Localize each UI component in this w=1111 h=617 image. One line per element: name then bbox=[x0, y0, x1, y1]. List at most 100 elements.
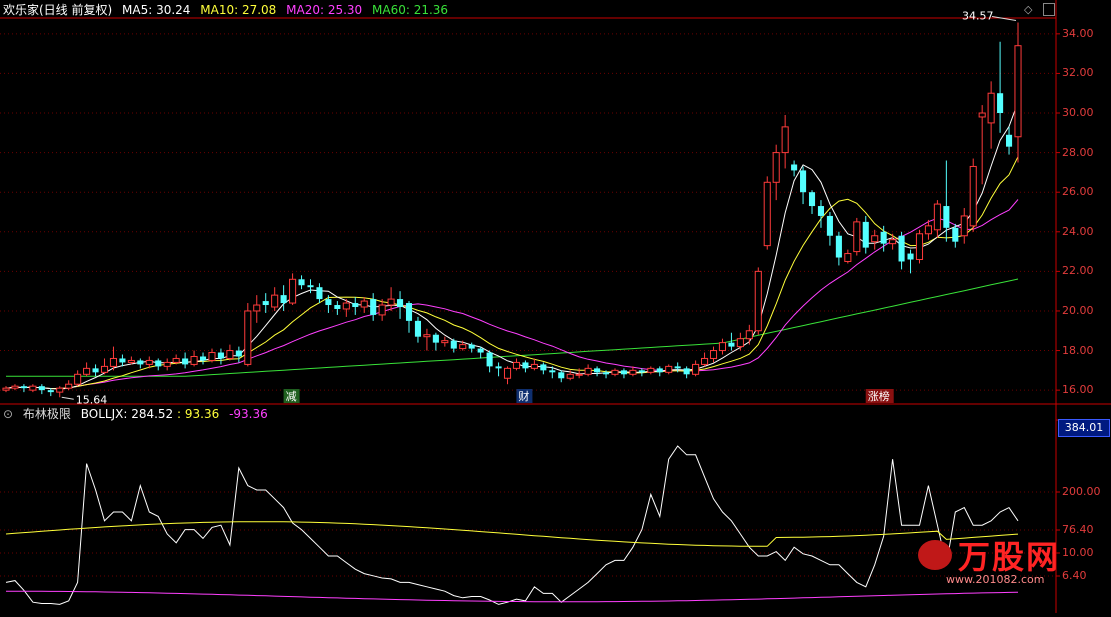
candle-body bbox=[656, 368, 663, 373]
candle-body bbox=[65, 383, 73, 389]
candle-body bbox=[924, 225, 932, 235]
candle-body bbox=[38, 386, 45, 391]
candle-body bbox=[334, 305, 341, 309]
candle-body bbox=[378, 304, 386, 316]
candle-body bbox=[109, 357, 118, 367]
candle-body bbox=[127, 359, 135, 363]
candle-body bbox=[808, 192, 816, 207]
candle-body bbox=[244, 310, 252, 365]
ma60-label: MA60: 21.36 bbox=[372, 3, 449, 17]
candle-body bbox=[423, 334, 431, 338]
candle-body bbox=[155, 360, 162, 367]
candle-body bbox=[199, 356, 207, 361]
candle-body bbox=[208, 352, 216, 361]
indicator-current-badge: 384.01 bbox=[1058, 419, 1110, 437]
logo-brand: 万股网 bbox=[958, 538, 1061, 576]
candle-body bbox=[540, 364, 547, 371]
candle-body bbox=[800, 170, 807, 193]
candle-body bbox=[342, 302, 350, 310]
candle-body bbox=[898, 235, 905, 262]
stock-chart-window[interactable]: 34.57 15.64 减财涨榜 欢乐家(日线 前复权) MA5: 30.24 MA… bbox=[0, 0, 1111, 613]
candle-body bbox=[549, 370, 556, 373]
candle-body bbox=[602, 372, 610, 375]
candle-body bbox=[182, 358, 189, 365]
indicator-tick-label: 6.40 bbox=[1062, 569, 1087, 582]
candle-body bbox=[620, 370, 627, 375]
candle-body bbox=[647, 367, 655, 373]
candle-body bbox=[56, 387, 64, 393]
candle-body bbox=[594, 368, 601, 373]
candle-body bbox=[512, 361, 521, 369]
candle-body bbox=[307, 285, 314, 288]
candle-body bbox=[817, 206, 825, 216]
candle-body bbox=[271, 294, 279, 308]
candle-body bbox=[468, 344, 475, 349]
indicator-name: 布林极限 bbox=[22, 407, 71, 421]
price-header: 欢乐家(日线 前复权) MA5: 30.24 MA10: 27.08 MA20:… bbox=[3, 1, 454, 19]
candle-body bbox=[952, 227, 959, 242]
candle-body bbox=[960, 215, 968, 237]
price-tick-label: 24.00 bbox=[1062, 224, 1094, 238]
candle-body bbox=[432, 334, 439, 343]
candle-body bbox=[584, 367, 592, 375]
candle-body bbox=[11, 385, 19, 389]
candle-body bbox=[414, 320, 422, 337]
indicator-header: ⊙ 布林极限 BOLLJX: 284.52 : 93.36 -93.36 bbox=[3, 405, 274, 423]
candle-body bbox=[638, 370, 645, 373]
candle-body bbox=[450, 340, 457, 349]
candle-body bbox=[530, 363, 538, 369]
candle-body bbox=[987, 92, 995, 124]
candle-body bbox=[163, 361, 171, 367]
price-tick-label: 18.00 bbox=[1062, 343, 1094, 357]
candle-body bbox=[889, 239, 897, 245]
candle-body bbox=[791, 164, 798, 171]
candle-body bbox=[298, 279, 305, 286]
candle-body bbox=[280, 295, 287, 304]
candle-body bbox=[360, 300, 368, 308]
candle-body bbox=[862, 221, 869, 248]
window-toggle-button[interactable] bbox=[1043, 3, 1055, 16]
price-tick-label: 34.00 bbox=[1062, 26, 1094, 40]
candle-body bbox=[503, 367, 512, 379]
chart-canvas[interactable]: 34.5715.64 减财涨榜 bbox=[0, 0, 1111, 613]
candle-body bbox=[969, 165, 977, 227]
candle-body bbox=[29, 385, 37, 391]
candle-body bbox=[728, 342, 735, 347]
price-tick-label: 28.00 bbox=[1062, 145, 1094, 159]
candle-body bbox=[907, 253, 914, 260]
diamond-icon[interactable]: ◇ bbox=[1024, 3, 1032, 16]
candle-body bbox=[397, 299, 404, 308]
price-tick-label: 16.00 bbox=[1062, 383, 1094, 397]
indicator-upper: : 93.36 bbox=[177, 407, 220, 421]
candle-body bbox=[871, 235, 879, 243]
candle-body bbox=[190, 355, 198, 365]
candle-body bbox=[325, 299, 332, 306]
price-tick-label: 22.00 bbox=[1062, 264, 1094, 278]
candle-body bbox=[477, 348, 484, 353]
candle-body bbox=[352, 303, 359, 308]
candle-body bbox=[772, 152, 780, 183]
logo-site: www.201082.com bbox=[946, 573, 1045, 586]
candle-body bbox=[718, 342, 727, 352]
candle-body bbox=[92, 368, 99, 373]
candle-body bbox=[629, 369, 637, 375]
candle-body bbox=[20, 386, 27, 389]
candle-body bbox=[119, 358, 126, 363]
candle-body bbox=[172, 357, 180, 363]
candle-body bbox=[683, 368, 690, 375]
candle-body bbox=[1014, 45, 1022, 138]
candle-body bbox=[736, 338, 744, 348]
candle-body bbox=[763, 181, 771, 247]
candle-body bbox=[226, 350, 234, 359]
candle-body bbox=[441, 340, 449, 344]
candle-body bbox=[943, 206, 950, 228]
candle-body bbox=[74, 373, 82, 385]
candle-body bbox=[486, 352, 493, 367]
event-tag: 涨榜 bbox=[868, 389, 890, 403]
candle-body bbox=[566, 373, 574, 379]
candle-body bbox=[701, 357, 709, 365]
candle-body bbox=[781, 126, 789, 154]
event-tag: 减 bbox=[286, 390, 297, 403]
chevron-down-icon[interactable]: ⊙ bbox=[3, 407, 13, 421]
ma10-label: MA10: 27.08 bbox=[200, 3, 277, 17]
